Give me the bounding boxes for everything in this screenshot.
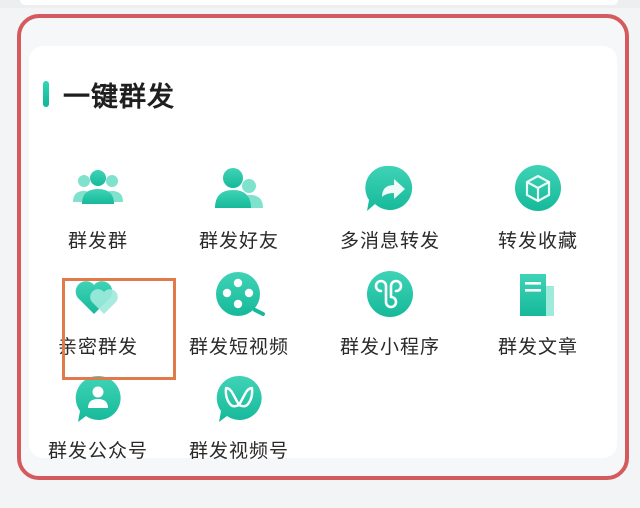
film-reel-icon — [211, 270, 267, 322]
annotation-frame: 一键群发 群发群 群发好友 多消息转发 转发收藏 亲密群发 群发短视频 群发小程… — [17, 14, 629, 480]
feature-label: 群发群 — [67, 230, 128, 252]
feature-item-short-video-broadcast[interactable]: 群发短视频 — [167, 270, 311, 360]
friends-icon — [211, 164, 267, 216]
feature-item-article-broadcast[interactable]: 群发文章 — [466, 270, 610, 360]
feature-label: 群发公众号 — [47, 440, 148, 462]
official-account-icon — [70, 374, 126, 426]
group-chat-icon — [70, 164, 126, 216]
feature-label: 亲密群发 — [57, 336, 138, 358]
video-channel-icon — [211, 374, 267, 426]
feature-item-video-channel-broadcast[interactable]: 群发视频号 — [167, 374, 311, 464]
broadcast-card: 一键群发 群发群 群发好友 多消息转发 转发收藏 亲密群发 群发短视频 群发小程… — [26, 46, 617, 462]
mini-program-icon — [362, 270, 418, 322]
feature-label: 群发视频号 — [188, 440, 289, 462]
feature-label: 群发短视频 — [188, 336, 289, 358]
feature-item-mini-program-broadcast[interactable]: 群发小程序 — [318, 270, 462, 360]
forward-icon — [362, 164, 418, 216]
favorites-box-icon — [510, 164, 566, 216]
feature-item-group-broadcast[interactable]: 群发群 — [26, 164, 170, 254]
feature-label: 群发文章 — [497, 336, 578, 358]
feature-item-forward-favorites[interactable]: 转发收藏 — [466, 164, 610, 254]
article-icon — [510, 270, 566, 322]
feature-item-intimate-broadcast[interactable]: 亲密群发 — [26, 270, 170, 360]
feature-grid: 群发群 群发好友 多消息转发 转发收藏 亲密群发 群发短视频 群发小程序 群发文… — [26, 46, 617, 462]
feature-label: 转发收藏 — [497, 230, 578, 252]
feature-label: 多消息转发 — [339, 230, 440, 252]
feature-item-official-account-broadcast[interactable]: 群发公众号 — [26, 374, 170, 464]
feature-item-friends-broadcast[interactable]: 群发好友 — [167, 164, 311, 254]
feature-label: 群发小程序 — [339, 336, 440, 358]
feature-label: 群发好友 — [198, 230, 279, 252]
feature-item-multi-forward[interactable]: 多消息转发 — [318, 164, 462, 254]
heart-icon — [70, 270, 126, 322]
previous-card-edge — [20, 0, 618, 5]
